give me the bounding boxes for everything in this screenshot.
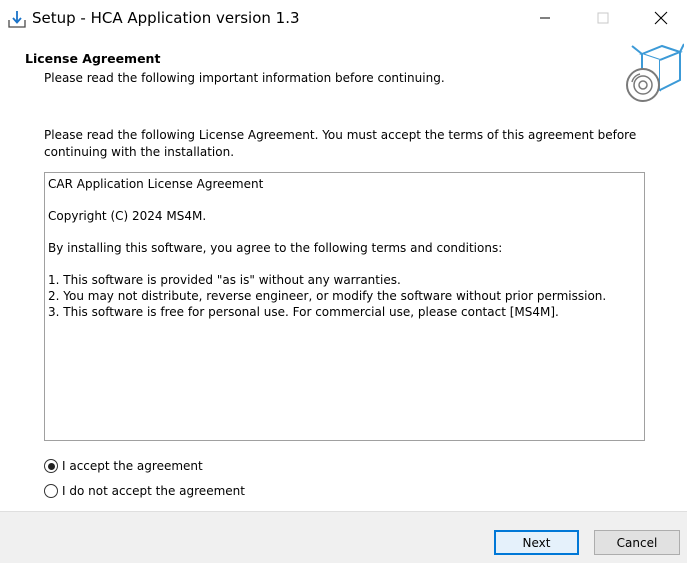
next-button[interactable]: Next xyxy=(494,530,579,555)
decline-option[interactable]: I do not accept the agreement xyxy=(44,484,245,498)
license-text-area[interactable]: CAR Application License Agreement Copyri… xyxy=(44,172,645,441)
accept-option[interactable]: I accept the agreement xyxy=(44,459,203,473)
title-bar: Setup - HCA Application version 1.3 xyxy=(0,0,687,36)
close-icon xyxy=(654,11,668,25)
button-bar xyxy=(0,511,687,563)
box-disc-icon xyxy=(622,42,685,104)
setup-download-icon xyxy=(7,9,27,29)
license-line: 3. This software is free for personal us… xyxy=(48,305,559,319)
window-title: Setup - HCA Application version 1.3 xyxy=(32,9,300,27)
minimize-button[interactable] xyxy=(516,0,574,36)
accept-radio[interactable] xyxy=(44,459,58,473)
accept-label[interactable]: I accept the agreement xyxy=(62,459,203,473)
page-subheading: Please read the following important info… xyxy=(44,71,445,85)
decline-radio[interactable] xyxy=(44,484,58,498)
decline-label[interactable]: I do not accept the agreement xyxy=(62,484,245,498)
intro-text: Please read the following License Agreem… xyxy=(44,128,637,159)
license-line: CAR Application License Agreement xyxy=(48,177,264,191)
license-line: By installing this software, you agree t… xyxy=(48,241,503,255)
license-line: 1. This software is provided "as is" wit… xyxy=(48,273,401,287)
page-heading: License Agreement xyxy=(25,51,161,66)
maximize-button[interactable] xyxy=(574,0,632,36)
minimize-icon xyxy=(540,17,550,19)
close-button[interactable] xyxy=(632,0,687,36)
license-line: 2. You may not distribute, reverse engin… xyxy=(48,289,607,303)
license-line: Copyright (C) 2024 MS4M. xyxy=(48,209,207,223)
maximize-icon xyxy=(597,12,609,24)
cancel-button[interactable]: Cancel xyxy=(594,530,680,555)
